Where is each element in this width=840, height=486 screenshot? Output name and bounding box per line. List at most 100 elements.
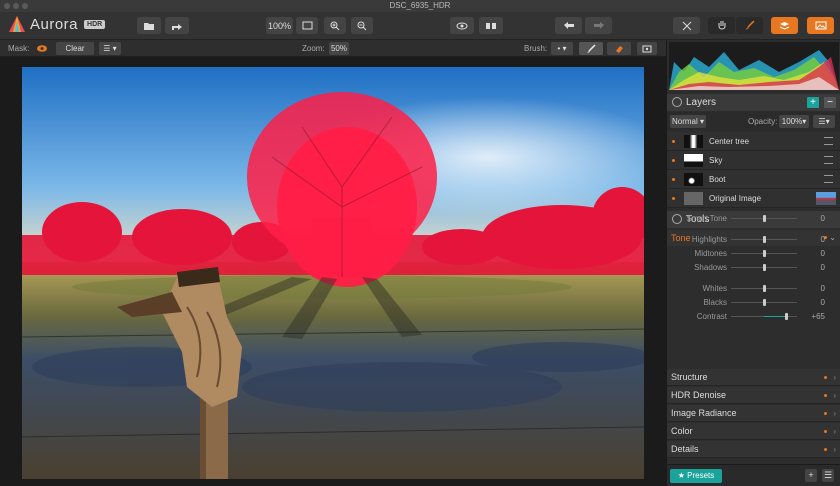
app-name: Aurora <box>30 15 79 33</box>
adjust-icon[interactable] <box>824 156 833 164</box>
color-section[interactable]: Color › <box>667 423 840 440</box>
slider-label: Smart Tone <box>686 214 727 223</box>
presets-label: Presets <box>687 471 715 480</box>
opacity-select[interactable]: 100% ▾ <box>779 115 809 128</box>
compare-button[interactable] <box>479 17 503 34</box>
layer-item[interactable]: Sky <box>667 151 840 170</box>
zoom-value: 50% <box>330 44 347 53</box>
layers-icon <box>779 22 790 30</box>
window-title: DSC_6935_HDR <box>389 1 451 10</box>
add-layer-button[interactable]: + <box>807 97 819 108</box>
close-window-button[interactable] <box>4 3 10 9</box>
layer-item[interactable]: Boot <box>667 170 840 189</box>
layer-active-dot <box>672 197 675 200</box>
section-active-dot <box>824 394 827 397</box>
preview-button[interactable] <box>450 17 474 34</box>
zoom-out-icon <box>357 21 367 30</box>
share-button[interactable] <box>165 17 189 34</box>
slider-knob[interactable] <box>784 313 788 320</box>
zoom-100-label: 100% <box>267 20 292 31</box>
share-icon <box>172 23 182 30</box>
layer-name: Boot <box>709 175 726 184</box>
hand-tool-button[interactable] <box>708 17 735 34</box>
slider-knob[interactable] <box>763 285 766 292</box>
slider-knob[interactable] <box>763 264 766 271</box>
menu-lines-icon: ☰▾ <box>818 117 830 126</box>
tone-slider-row: Whites 0 <box>667 281 840 295</box>
brush-paint-button[interactable] <box>579 42 603 55</box>
slider-knob[interactable] <box>763 250 766 257</box>
undo-button[interactable] <box>555 17 582 34</box>
mask-visibility-icon[interactable] <box>36 44 48 53</box>
blend-mode-value: Normal <box>671 117 698 126</box>
preview-eye-icon <box>456 22 468 29</box>
tone-slider-row: Contrast +65 <box>667 309 840 323</box>
main-toolbar: Aurora HDR 100% <box>0 12 840 40</box>
preset-options-button[interactable]: ☰ <box>822 469 834 482</box>
aurora-logo-icon <box>9 16 25 32</box>
clear-mask-button[interactable]: Clear <box>56 42 94 55</box>
fit-screen-button[interactable] <box>296 17 318 34</box>
image-radiance-section[interactable]: Image Radiance › <box>667 405 840 422</box>
slider-value: 0 <box>820 214 825 223</box>
layer-options-dropdown[interactable]: ☰▾ <box>813 115 835 128</box>
mask-view-icon <box>642 45 652 52</box>
slider-fill <box>764 316 786 317</box>
redo-button[interactable] <box>585 17 612 34</box>
layer-item[interactable]: Original Image <box>667 189 840 208</box>
folder-open-icon <box>144 22 154 30</box>
brush-size-icon: • ▾ <box>557 44 567 53</box>
layer-name: Center tree <box>709 137 750 146</box>
zoom-in-icon <box>330 21 340 30</box>
chevron-down-icon: ▾ <box>802 117 807 126</box>
remove-layer-button[interactable]: − <box>824 97 836 108</box>
zoom-window-button[interactable] <box>22 3 28 9</box>
zoom-100-button[interactable]: 100% <box>266 17 293 34</box>
redo-icon <box>593 22 604 29</box>
right-panel: Layers + − Normal ▾ Opacity: 100% ▾ ☰▾ Ce… <box>666 40 840 486</box>
tone-slider-row: Midtones 0 <box>667 246 840 260</box>
slider-label: Blacks <box>703 298 727 307</box>
structure-section[interactable]: Structure › <box>667 369 840 386</box>
layers-header[interactable]: Layers + − <box>667 94 840 111</box>
layer-item[interactable]: Center tree <box>667 132 840 151</box>
layer-name: Original Image <box>709 194 762 203</box>
slider-label: Contrast <box>696 312 727 321</box>
open-button[interactable] <box>137 17 161 34</box>
crop-button[interactable] <box>673 17 700 34</box>
slider-value: +65 <box>811 312 825 321</box>
zoom-out-button[interactable] <box>351 17 373 34</box>
adjust-icon[interactable] <box>824 175 833 183</box>
brush-tool-button[interactable] <box>736 17 763 34</box>
eraser-icon <box>616 45 623 53</box>
add-preset-button[interactable]: + <box>805 469 817 482</box>
minimize-window-button[interactable] <box>13 3 19 9</box>
mask-view-button[interactable] <box>637 42 657 55</box>
layer-blend-row: Normal ▾ Opacity: 100% ▾ ☰▾ <box>667 112 840 130</box>
slider-knob[interactable] <box>763 299 766 306</box>
blend-mode-select[interactable]: Normal ▾ <box>670 115 706 128</box>
zoom-select[interactable]: 50% <box>329 42 349 55</box>
presets-button[interactable]: ★ Presets <box>670 469 722 483</box>
slider-knob[interactable] <box>763 215 766 222</box>
photo-preview[interactable] <box>22 67 644 479</box>
hdr-denoise-section[interactable]: HDR Denoise › <box>667 387 840 404</box>
tone-slider-row: Highlights 0 <box>667 232 840 246</box>
app-logo: Aurora HDR <box>8 15 106 33</box>
chevron-down-icon: ▾ <box>697 117 705 126</box>
layers-tool-button[interactable] <box>771 17 798 34</box>
mask-toolbar: Mask: Clear ☰ ▾ Zoom: 50% Brush: • ▾ <box>0 40 666 57</box>
layer-mask-thumbnail <box>684 154 703 167</box>
zoom-in-button[interactable] <box>324 17 346 34</box>
app-badge: HDR <box>84 19 106 29</box>
slider-knob[interactable] <box>763 236 766 243</box>
section-active-dot <box>824 376 827 379</box>
mask-options-dropdown[interactable]: ☰ ▾ <box>99 42 121 55</box>
image-canvas[interactable] <box>0 57 666 486</box>
brush-size-dropdown[interactable]: • ▾ <box>551 42 573 55</box>
eraser-button[interactable] <box>607 42 631 55</box>
details-section[interactable]: Details › <box>667 441 840 458</box>
image-panel-button[interactable] <box>807 17 834 34</box>
adjust-icon[interactable] <box>824 137 833 145</box>
slider-value: 0 <box>820 284 825 293</box>
